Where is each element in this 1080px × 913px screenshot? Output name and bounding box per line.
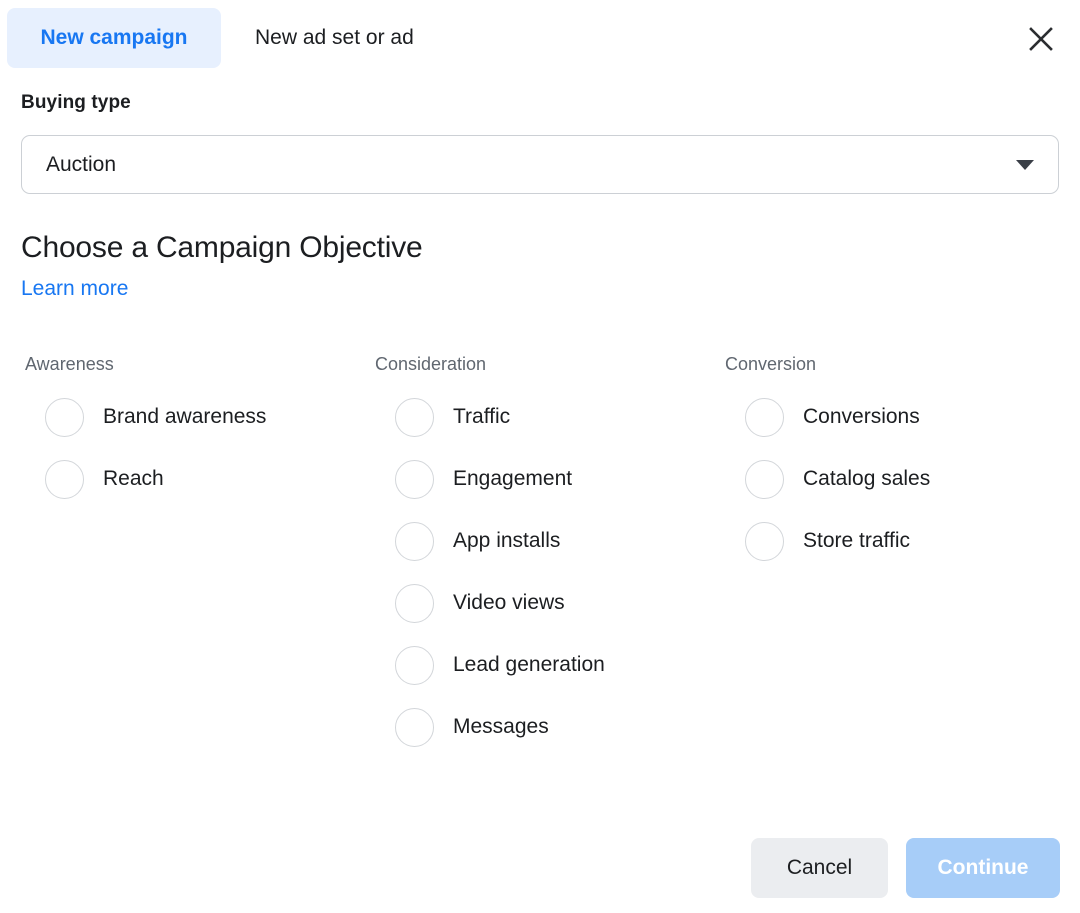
- buying-type-selected-value: Auction: [22, 153, 1016, 177]
- objective-option-traffic[interactable]: Traffic: [375, 386, 605, 448]
- objective-option-label: Lead generation: [453, 653, 605, 677]
- learn-more-link[interactable]: Learn more: [21, 277, 128, 301]
- objective-option-lead-generation[interactable]: Lead generation: [375, 634, 605, 696]
- objective-option-store-traffic[interactable]: Store traffic: [725, 510, 930, 572]
- objective-option-label: Traffic: [453, 405, 510, 429]
- objective-option-reach[interactable]: Reach: [25, 448, 266, 510]
- radio-icon[interactable]: [395, 584, 434, 623]
- objective-option-label: Messages: [453, 715, 549, 739]
- tab-new-campaign-label: New campaign: [40, 26, 187, 50]
- objective-option-video-views[interactable]: Video views: [375, 572, 605, 634]
- tab-new-campaign[interactable]: New campaign: [7, 8, 221, 68]
- dialog-header: New campaign New ad set or ad: [0, 0, 1080, 78]
- objective-option-messages[interactable]: Messages: [375, 696, 605, 758]
- objective-column-conversion: Conversion Conversions Catalog sales Sto…: [725, 352, 930, 572]
- objective-option-label: App installs: [453, 529, 560, 553]
- radio-icon[interactable]: [745, 460, 784, 499]
- objective-option-label: Reach: [103, 467, 164, 491]
- radio-icon[interactable]: [45, 460, 84, 499]
- chevron-down-icon: [1016, 160, 1034, 170]
- column-header-conversion: Conversion: [725, 352, 930, 376]
- dialog-footer: Cancel Continue: [0, 838, 1080, 898]
- column-header-awareness: Awareness: [25, 352, 266, 376]
- objective-option-label: Conversions: [803, 405, 920, 429]
- radio-icon[interactable]: [395, 646, 434, 685]
- objective-option-label: Engagement: [453, 467, 572, 491]
- radio-icon[interactable]: [395, 460, 434, 499]
- objective-option-label: Catalog sales: [803, 467, 930, 491]
- tab-new-ad-set-or-ad[interactable]: New ad set or ad: [237, 8, 432, 68]
- cancel-button[interactable]: Cancel: [751, 838, 888, 898]
- objective-option-brand-awareness[interactable]: Brand awareness: [25, 386, 266, 448]
- close-icon: [1028, 26, 1054, 52]
- radio-icon[interactable]: [395, 522, 434, 561]
- objective-column-consideration: Consideration Traffic Engagement App ins…: [375, 352, 605, 758]
- continue-button[interactable]: Continue: [906, 838, 1060, 898]
- objective-option-catalog-sales[interactable]: Catalog sales: [725, 448, 930, 510]
- objective-option-label: Video views: [453, 591, 565, 615]
- page-title: Choose a Campaign Objective: [21, 231, 423, 265]
- radio-icon[interactable]: [745, 522, 784, 561]
- radio-icon[interactable]: [745, 398, 784, 437]
- column-header-consideration: Consideration: [375, 352, 605, 376]
- buying-type-select[interactable]: Auction: [21, 135, 1059, 194]
- tab-new-ad-set-or-ad-label: New ad set or ad: [255, 26, 414, 50]
- radio-icon[interactable]: [45, 398, 84, 437]
- objective-option-app-installs[interactable]: App installs: [375, 510, 605, 572]
- objective-option-conversions[interactable]: Conversions: [725, 386, 930, 448]
- objective-option-engagement[interactable]: Engagement: [375, 448, 605, 510]
- objective-option-label: Store traffic: [803, 529, 910, 553]
- buying-type-label: Buying type: [21, 92, 131, 114]
- objective-column-awareness: Awareness Brand awareness Reach: [25, 352, 266, 510]
- radio-icon[interactable]: [395, 708, 434, 747]
- radio-icon[interactable]: [395, 398, 434, 437]
- close-button[interactable]: [1020, 18, 1062, 60]
- objective-option-label: Brand awareness: [103, 405, 266, 429]
